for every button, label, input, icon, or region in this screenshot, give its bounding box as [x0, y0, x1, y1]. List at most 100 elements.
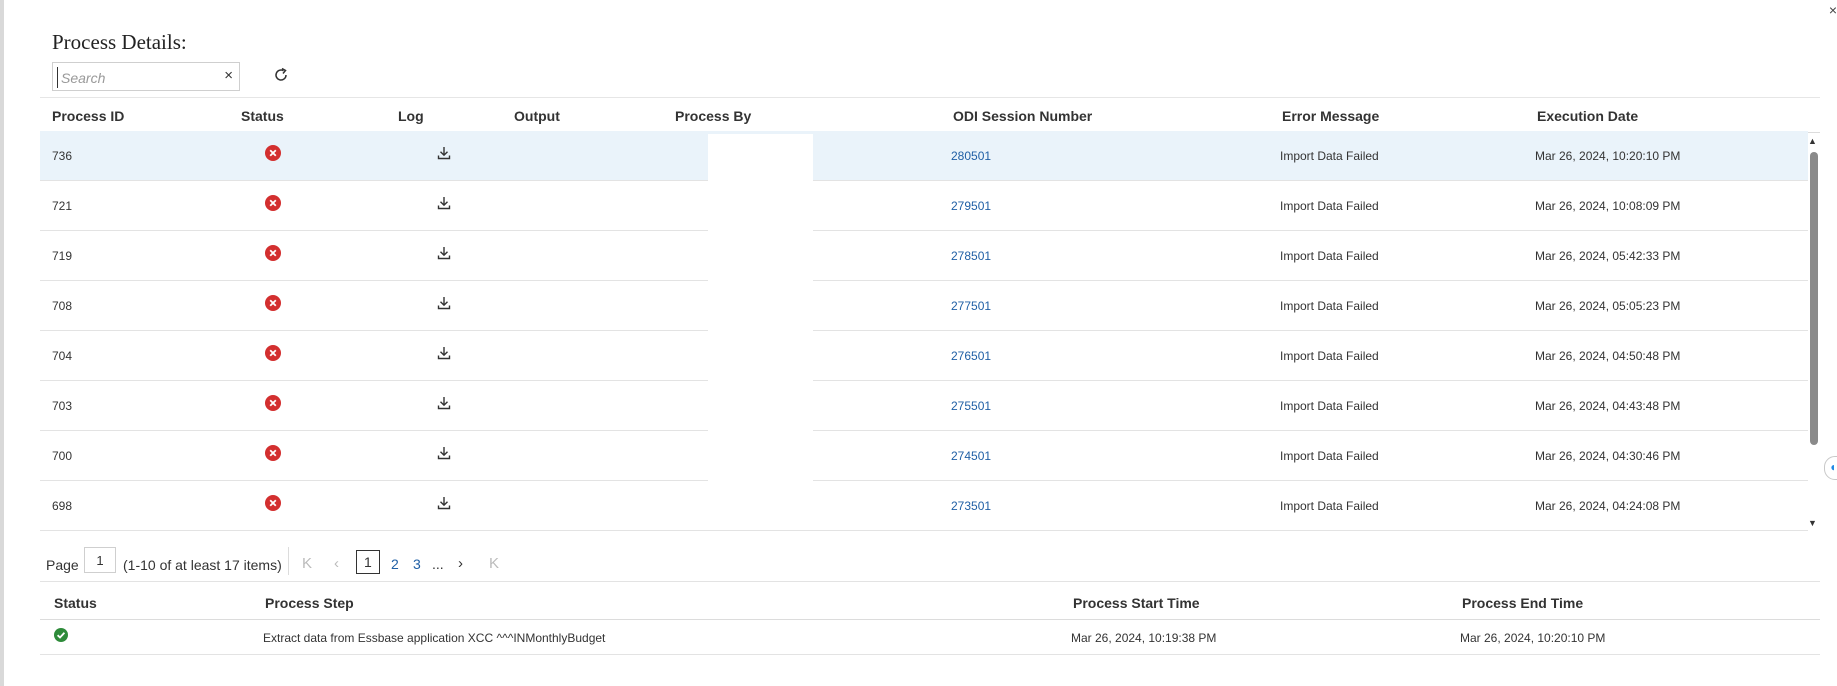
error-circle-icon — [265, 245, 281, 261]
error-message-cell: Import Data Failed — [1280, 399, 1379, 413]
pager-divider — [288, 547, 289, 575]
error-message-cell: Import Data Failed — [1280, 449, 1379, 463]
col-header-error-message[interactable]: Error Message — [1282, 108, 1379, 124]
close-icon[interactable]: × — [1829, 2, 1837, 18]
odi-session-link[interactable]: 278501 — [951, 249, 991, 263]
col-header-process-by[interactable]: Process By — [675, 108, 751, 124]
scroll-down-arrow[interactable]: ▼ — [1808, 518, 1817, 528]
process-id-cell: 700 — [52, 449, 73, 463]
col-header-process-id[interactable]: Process ID — [52, 108, 124, 124]
assistant-icon: ◖ — [1829, 460, 1837, 474]
process-id-cell: 721 — [52, 199, 73, 213]
scrollbar-thumb[interactable] — [1810, 152, 1818, 445]
process-id-cell: 736 — [52, 149, 73, 163]
step-description: Extract data from Essbase application XC… — [263, 631, 606, 645]
table-row[interactable]: 736 280501 Import Data Failed Mar 26, 2024,… — [40, 131, 1808, 181]
execution-date-cell: Mar 26, 2024, 04:43:48 PM — [1535, 399, 1681, 413]
execution-date-cell: Mar 26, 2024, 04:24:08 PM — [1535, 499, 1681, 513]
execution-date-cell: Mar 26, 2024, 04:30:46 PM — [1535, 449, 1681, 463]
process-id-cell: 719 — [52, 249, 73, 263]
odi-session-link[interactable]: 277501 — [951, 299, 991, 313]
error-circle-icon — [265, 295, 281, 311]
odi-session-link[interactable]: 279501 — [951, 199, 991, 213]
error-circle-icon — [265, 445, 281, 461]
col-header-output[interactable]: Output — [514, 108, 560, 124]
download-icon[interactable] — [436, 495, 452, 511]
scroll-up-arrow[interactable]: ▲ — [1808, 136, 1817, 146]
process-id-cell: 704 — [52, 349, 73, 363]
col-header-end-time[interactable]: Process End Time — [1462, 595, 1583, 611]
first-page-icon[interactable]: K — [302, 555, 312, 572]
refresh-icon[interactable] — [270, 64, 292, 86]
error-circle-icon — [265, 145, 281, 161]
col-header-process-step[interactable]: Process Step — [265, 595, 354, 611]
step-row[interactable]: Extract data from Essbase application XC… — [40, 620, 1820, 655]
steps-grid-header: Status Process Step Process Start Time P… — [40, 584, 1820, 620]
clear-search-icon[interactable]: × — [224, 67, 233, 84]
error-circle-icon — [265, 395, 281, 411]
page-button-1[interactable]: 1 — [356, 550, 380, 574]
error-circle-icon — [265, 495, 281, 511]
error-message-cell: Import Data Failed — [1280, 149, 1379, 163]
error-message-cell: Import Data Failed — [1280, 249, 1379, 263]
page-number-input[interactable] — [84, 547, 116, 573]
prev-page-icon[interactable]: ‹ — [334, 555, 339, 572]
pagination-bar: Page (1-10 of at least 17 items) K ‹ 1 2… — [40, 545, 1820, 582]
process-id-cell: 698 — [52, 499, 73, 513]
error-message-cell: Import Data Failed — [1280, 299, 1379, 313]
window-left-edge — [0, 0, 4, 686]
col-header-execution-date[interactable]: Execution Date — [1537, 108, 1638, 124]
page-button-3[interactable]: 3 — [413, 556, 421, 572]
odi-session-link[interactable]: 280501 — [951, 149, 991, 163]
redacted-process-by — [708, 134, 813, 529]
download-icon[interactable] — [436, 445, 452, 461]
execution-date-cell: Mar 26, 2024, 10:08:09 PM — [1535, 199, 1681, 213]
execution-date-cell: Mar 26, 2024, 05:42:33 PM — [1535, 249, 1681, 263]
col-header-step-status[interactable]: Status — [54, 595, 97, 611]
odi-session-link[interactable]: 273501 — [951, 499, 991, 513]
search-input[interactable] — [57, 67, 213, 88]
download-icon[interactable] — [436, 195, 452, 211]
error-message-cell: Import Data Failed — [1280, 499, 1379, 513]
odi-session-link[interactable]: 274501 — [951, 449, 991, 463]
download-icon[interactable] — [436, 345, 452, 361]
download-icon[interactable] — [436, 245, 452, 261]
error-circle-icon — [265, 195, 281, 211]
col-header-odi-session[interactable]: ODI Session Number — [953, 108, 1092, 124]
step-end-time: Mar 26, 2024, 10:20:10 PM — [1460, 631, 1606, 645]
odi-session-link[interactable]: 276501 — [951, 349, 991, 363]
assistant-badge[interactable]: ◖ — [1824, 456, 1837, 480]
execution-date-cell: Mar 26, 2024, 04:50:48 PM — [1535, 349, 1681, 363]
col-header-status[interactable]: Status — [241, 108, 284, 124]
table-row[interactable]: 721 279501 Import Data Failed Mar 26, 2024,… — [40, 181, 1808, 231]
next-page-icon[interactable]: › — [458, 555, 463, 572]
col-header-start-time[interactable]: Process Start Time — [1073, 595, 1200, 611]
step-start-time: Mar 26, 2024, 10:19:38 PM — [1071, 631, 1217, 645]
page-range-text: (1-10 of at least 17 items) — [123, 557, 282, 573]
table-row[interactable]: 708 277501 Import Data Failed Mar 26, 2024,… — [40, 281, 1808, 331]
page-ellipsis[interactable]: ... — [432, 556, 444, 572]
download-icon[interactable] — [436, 295, 452, 311]
error-message-cell: Import Data Failed — [1280, 349, 1379, 363]
download-icon[interactable] — [436, 145, 452, 161]
download-icon[interactable] — [436, 395, 452, 411]
col-header-log[interactable]: Log — [398, 108, 424, 124]
table-row[interactable]: 698 273501 Import Data Failed Mar 26, 2024,… — [40, 481, 1808, 531]
table-row[interactable]: 704 276501 Import Data Failed Mar 26, 2024,… — [40, 331, 1808, 381]
process-grid-header: Process ID Status Log Output Process By … — [40, 97, 1820, 133]
error-circle-icon — [265, 345, 281, 361]
error-message-cell: Import Data Failed — [1280, 199, 1379, 213]
page-title: Process Details: — [52, 30, 187, 54]
table-row[interactable]: 719 278501 Import Data Failed Mar 26, 2024,… — [40, 231, 1808, 281]
page-button-2[interactable]: 2 — [391, 556, 399, 572]
table-row[interactable]: 703 275501 Import Data Failed Mar 26, 2024,… — [40, 381, 1808, 431]
process-id-cell: 703 — [52, 399, 73, 413]
last-page-icon[interactable]: K — [489, 555, 499, 572]
execution-date-cell: Mar 26, 2024, 10:20:10 PM — [1535, 149, 1681, 163]
execution-date-cell: Mar 26, 2024, 05:05:23 PM — [1535, 299, 1681, 313]
check-circle-icon — [54, 628, 68, 642]
odi-session-link[interactable]: 275501 — [951, 399, 991, 413]
search-box[interactable]: × — [52, 62, 240, 91]
page-label: Page — [46, 557, 79, 573]
table-row[interactable]: 700 274501 Import Data Failed Mar 26, 2024,… — [40, 431, 1808, 481]
